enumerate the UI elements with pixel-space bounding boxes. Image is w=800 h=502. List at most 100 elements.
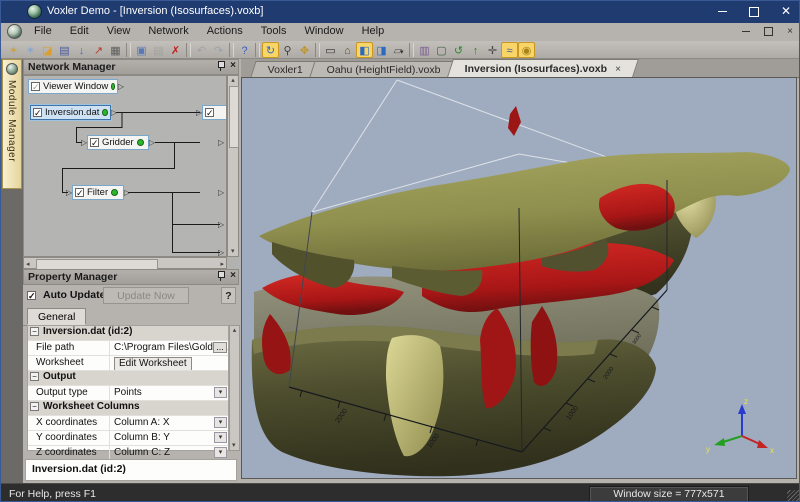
resize-grip[interactable]	[787, 490, 799, 502]
dropdown-arrow-icon[interactable]: ▾	[214, 417, 227, 428]
edit-worksheet-button[interactable]: Edit Worksheet	[114, 357, 192, 370]
open-icon[interactable]: ◪	[39, 42, 56, 58]
copy-icon[interactable]: ▣	[133, 42, 150, 58]
menu-actions[interactable]: Actions	[198, 23, 252, 41]
network-horizontal-scrollbar[interactable]: ◂▸	[23, 257, 227, 269]
collapse-icon[interactable]: −	[30, 327, 39, 336]
rotate-tool-icon[interactable]: ↻	[262, 42, 279, 58]
section-label: Inversion.dat (id:2)	[43, 326, 132, 340]
section-label: Worksheet Columns	[43, 401, 140, 415]
network-node-clipped[interactable]: ▷ ✓	[202, 105, 227, 120]
mdi-minimize-icon[interactable]	[739, 25, 753, 38]
home-view-icon[interactable]: ⌂	[339, 42, 356, 58]
export-icon[interactable]: ↗	[90, 42, 107, 58]
property-section-0[interactable]: −Inversion.dat (id:2)	[28, 326, 228, 341]
menu-file[interactable]: File	[25, 23, 61, 41]
network-vertical-scrollbar[interactable]: ▴▾	[227, 75, 239, 257]
collapse-icon[interactable]: −	[30, 402, 39, 411]
property-row-4: Output typePoints▾	[28, 386, 228, 401]
property-section-3[interactable]: −Output	[28, 371, 228, 386]
perspective-view-icon[interactable]: ◧	[356, 42, 373, 58]
property-value[interactable]: Column B: Y▾	[110, 431, 228, 445]
context-help-icon[interactable]: ?	[236, 42, 253, 58]
browse-button[interactable]: ...	[213, 342, 227, 353]
menu-edit[interactable]: Edit	[61, 23, 98, 41]
node-checkbox[interactable]: ✓	[31, 82, 40, 91]
panel-close-icon[interactable]: ×	[230, 270, 236, 281]
view-direction-icon[interactable]: ▱▾	[390, 42, 407, 58]
tab-general[interactable]: General	[27, 308, 86, 325]
property-grid-scrollbar[interactable]: ▴▾	[229, 325, 240, 451]
pin-icon[interactable]	[216, 270, 225, 281]
property-value[interactable]: Column A: X▾	[110, 416, 228, 430]
module-manager-tab[interactable]: Module Manager	[2, 59, 22, 189]
menu-view[interactable]: View	[98, 23, 140, 41]
property-section-5[interactable]: −Worksheet Columns	[28, 401, 228, 416]
up-level-icon[interactable]: ↑	[467, 42, 484, 58]
viewer-3d-canvas[interactable]: 1000 2000 1000 2000 3000 z x y	[241, 77, 797, 479]
document-tab-2[interactable]: Inversion (Isosurfaces).voxb×	[447, 59, 639, 77]
main-toolbar: ✶✶◪▤↓↗▦▣▤✗↶↷?↻⚲✥▭⌂◧◨▱▾▥▢↺↑✛≈◉	[1, 41, 800, 59]
property-value[interactable]: Edit Worksheet	[110, 356, 228, 370]
dropdown-arrow-icon[interactable]: ▾	[214, 387, 227, 398]
graph-tool-icon[interactable]: ≈	[501, 42, 518, 58]
auto-update-checkbox[interactable]: ✓	[27, 291, 36, 300]
menu-network[interactable]: Network	[139, 23, 197, 41]
property-value[interactable]: Points▾	[110, 386, 228, 400]
node-checkbox[interactable]: ✓	[90, 138, 99, 147]
node-checkbox[interactable]: ✓	[205, 108, 214, 117]
axes-module-icon[interactable]: ✛	[484, 42, 501, 58]
panel-close-icon[interactable]: ×	[230, 60, 236, 71]
help-button[interactable]: ?	[221, 287, 236, 304]
status-window-size: Window size = 777x571	[589, 486, 749, 502]
trackball-icon[interactable]: ◉	[518, 42, 535, 58]
delete-icon[interactable]: ✗	[167, 42, 184, 58]
output-port-icon: ▷	[118, 83, 124, 91]
module-copy-icon[interactable]: ▥	[416, 42, 433, 58]
node-checkbox[interactable]: ✓	[75, 188, 84, 197]
property-label: Output type	[28, 386, 110, 400]
dropdown-arrow-icon[interactable]: ▾	[214, 432, 227, 443]
print-icon[interactable]: ▦	[107, 42, 124, 58]
new-node-icon[interactable]: ✶	[22, 42, 39, 58]
paste-icon[interactable]: ▤	[150, 42, 167, 58]
mdi-close-icon[interactable]: ×	[783, 25, 797, 38]
zoom-tool-icon[interactable]: ⚲	[279, 42, 296, 58]
dropdown-arrow-icon[interactable]: ▾	[214, 447, 227, 458]
maximize-button[interactable]	[739, 1, 769, 22]
property-label: Z coordinates	[28, 446, 110, 460]
minimize-button[interactable]	[707, 1, 737, 22]
property-value[interactable]: Column C: Z▾	[110, 446, 228, 460]
network-canvas[interactable]: ▷ ▷ ▷ ▷ ✓Viewer Window▷✓Inversion.dat▷▷✓…	[23, 75, 227, 257]
menu-help[interactable]: Help	[353, 23, 394, 41]
menu-window[interactable]: Window	[295, 23, 352, 41]
menu-tools[interactable]: Tools	[252, 23, 296, 41]
network-node-gridder[interactable]: ▷✓Gridder▷	[87, 135, 149, 150]
input-port-icon: ▷	[81, 139, 87, 147]
undo-icon[interactable]: ↶	[193, 42, 210, 58]
network-node-viewer-window[interactable]: ✓Viewer Window▷	[28, 79, 118, 94]
mdi-restore-icon[interactable]	[761, 25, 775, 38]
network-node-filter[interactable]: ▷✓Filter▷	[72, 185, 124, 200]
save-icon[interactable]: ▤	[56, 42, 73, 58]
ortho-view-icon[interactable]: ◨	[373, 42, 390, 58]
property-value[interactable]: C:\Program Files\Golden......	[110, 341, 228, 355]
refresh-network-icon[interactable]: ↺	[450, 42, 467, 58]
render-module-icon[interactable]: ▢	[433, 42, 450, 58]
property-manager-title: Property Manager	[28, 271, 117, 283]
close-button[interactable]: ✕	[771, 1, 800, 22]
fit-window-icon[interactable]: ▭	[322, 42, 339, 58]
update-now-button[interactable]: Update Now	[103, 287, 189, 304]
new-network-icon[interactable]: ✶	[5, 42, 22, 58]
import-icon[interactable]: ↓	[73, 42, 90, 58]
node-checkbox[interactable]: ✓	[33, 108, 42, 117]
voxler-sphere-icon[interactable]	[7, 24, 22, 39]
tab-close-icon[interactable]: ×	[615, 64, 621, 75]
network-node-inversion-dat[interactable]: ✓Inversion.dat▷	[30, 105, 111, 120]
pan-tool-icon[interactable]: ✥	[296, 42, 313, 58]
pin-icon[interactable]	[216, 60, 225, 71]
collapse-icon[interactable]: −	[30, 372, 39, 381]
document-tab-1[interactable]: Oahu (HeightField).voxb	[309, 61, 458, 77]
redo-icon[interactable]: ↷	[210, 42, 227, 58]
node-status-dot	[137, 139, 144, 146]
